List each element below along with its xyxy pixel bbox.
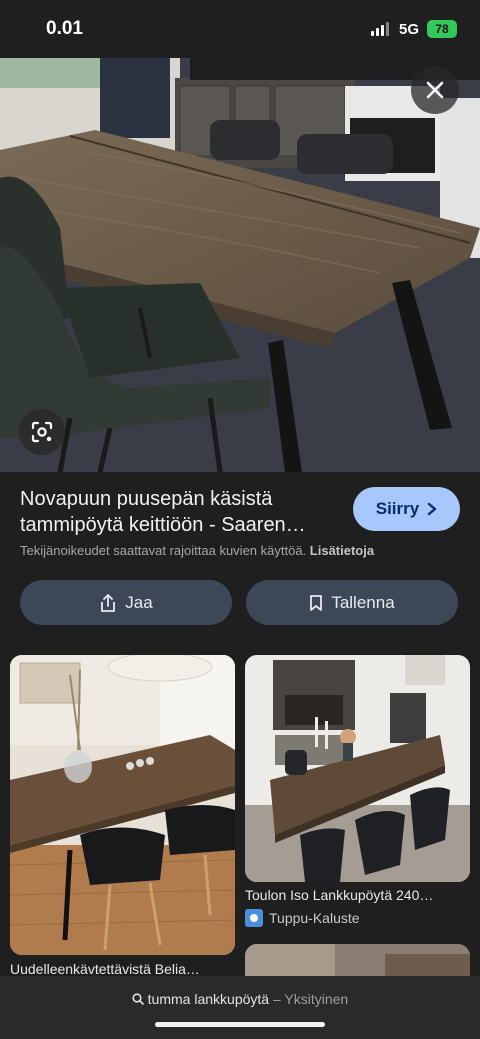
battery-icon: 78 bbox=[427, 20, 457, 38]
main-image[interactable] bbox=[0, 58, 480, 472]
signal-icon bbox=[371, 22, 389, 36]
status-bar: 0.01 5G 78 bbox=[0, 0, 480, 58]
search-bar[interactable]: tumma lankkupöytä – Yksityinen bbox=[0, 976, 480, 1039]
visit-label: Siirry bbox=[375, 499, 420, 518]
share-label: Jaa bbox=[125, 592, 153, 612]
copyright-text: Tekijänoikeudet saattavat rajoittaa kuvi… bbox=[20, 543, 307, 558]
close-icon bbox=[426, 81, 444, 99]
home-indicator[interactable] bbox=[155, 1022, 325, 1027]
bookmark-icon bbox=[310, 594, 323, 611]
network-type: 5G bbox=[399, 21, 420, 38]
separator: – bbox=[272, 991, 285, 1007]
query-text: tumma lankkupöytä bbox=[147, 991, 270, 1007]
clock: 0.01 bbox=[46, 18, 83, 39]
related-source-2[interactable]: Tuppu-Kaluste bbox=[245, 909, 360, 927]
visit-button[interactable]: Siirry bbox=[353, 487, 460, 531]
save-label: Tallenna bbox=[331, 592, 395, 612]
share-button[interactable]: Jaa bbox=[20, 580, 232, 625]
related-image-2[interactable] bbox=[245, 655, 470, 882]
search-icon bbox=[132, 993, 144, 1005]
share-icon bbox=[101, 593, 116, 612]
private-mode-label: Yksityinen bbox=[284, 991, 349, 1007]
source-logo-icon bbox=[245, 909, 263, 927]
chevron-right-icon bbox=[428, 502, 437, 516]
source-name: Tuppu-Kaluste bbox=[269, 910, 360, 926]
close-button[interactable] bbox=[411, 66, 459, 114]
related-image-1[interactable] bbox=[10, 655, 235, 955]
image-title[interactable]: Novapuun puusepän käsistä tammipöytä kei… bbox=[20, 486, 340, 538]
search-query[interactable]: tumma lankkupöytä – Yksityinen bbox=[0, 991, 480, 1007]
more-info-link[interactable]: Lisätietoja bbox=[310, 543, 374, 558]
related-title-2[interactable]: Toulon Iso Lankkupöytä 240… bbox=[245, 887, 470, 903]
lens-icon bbox=[31, 421, 53, 443]
lens-button[interactable] bbox=[19, 409, 65, 455]
related-title-1[interactable]: Uudelleenkävtettävistä Belia… bbox=[10, 961, 235, 977]
copyright-notice: Tekijänoikeudet saattavat rajoittaa kuvi… bbox=[20, 543, 374, 558]
save-button[interactable]: Tallenna bbox=[246, 580, 458, 625]
